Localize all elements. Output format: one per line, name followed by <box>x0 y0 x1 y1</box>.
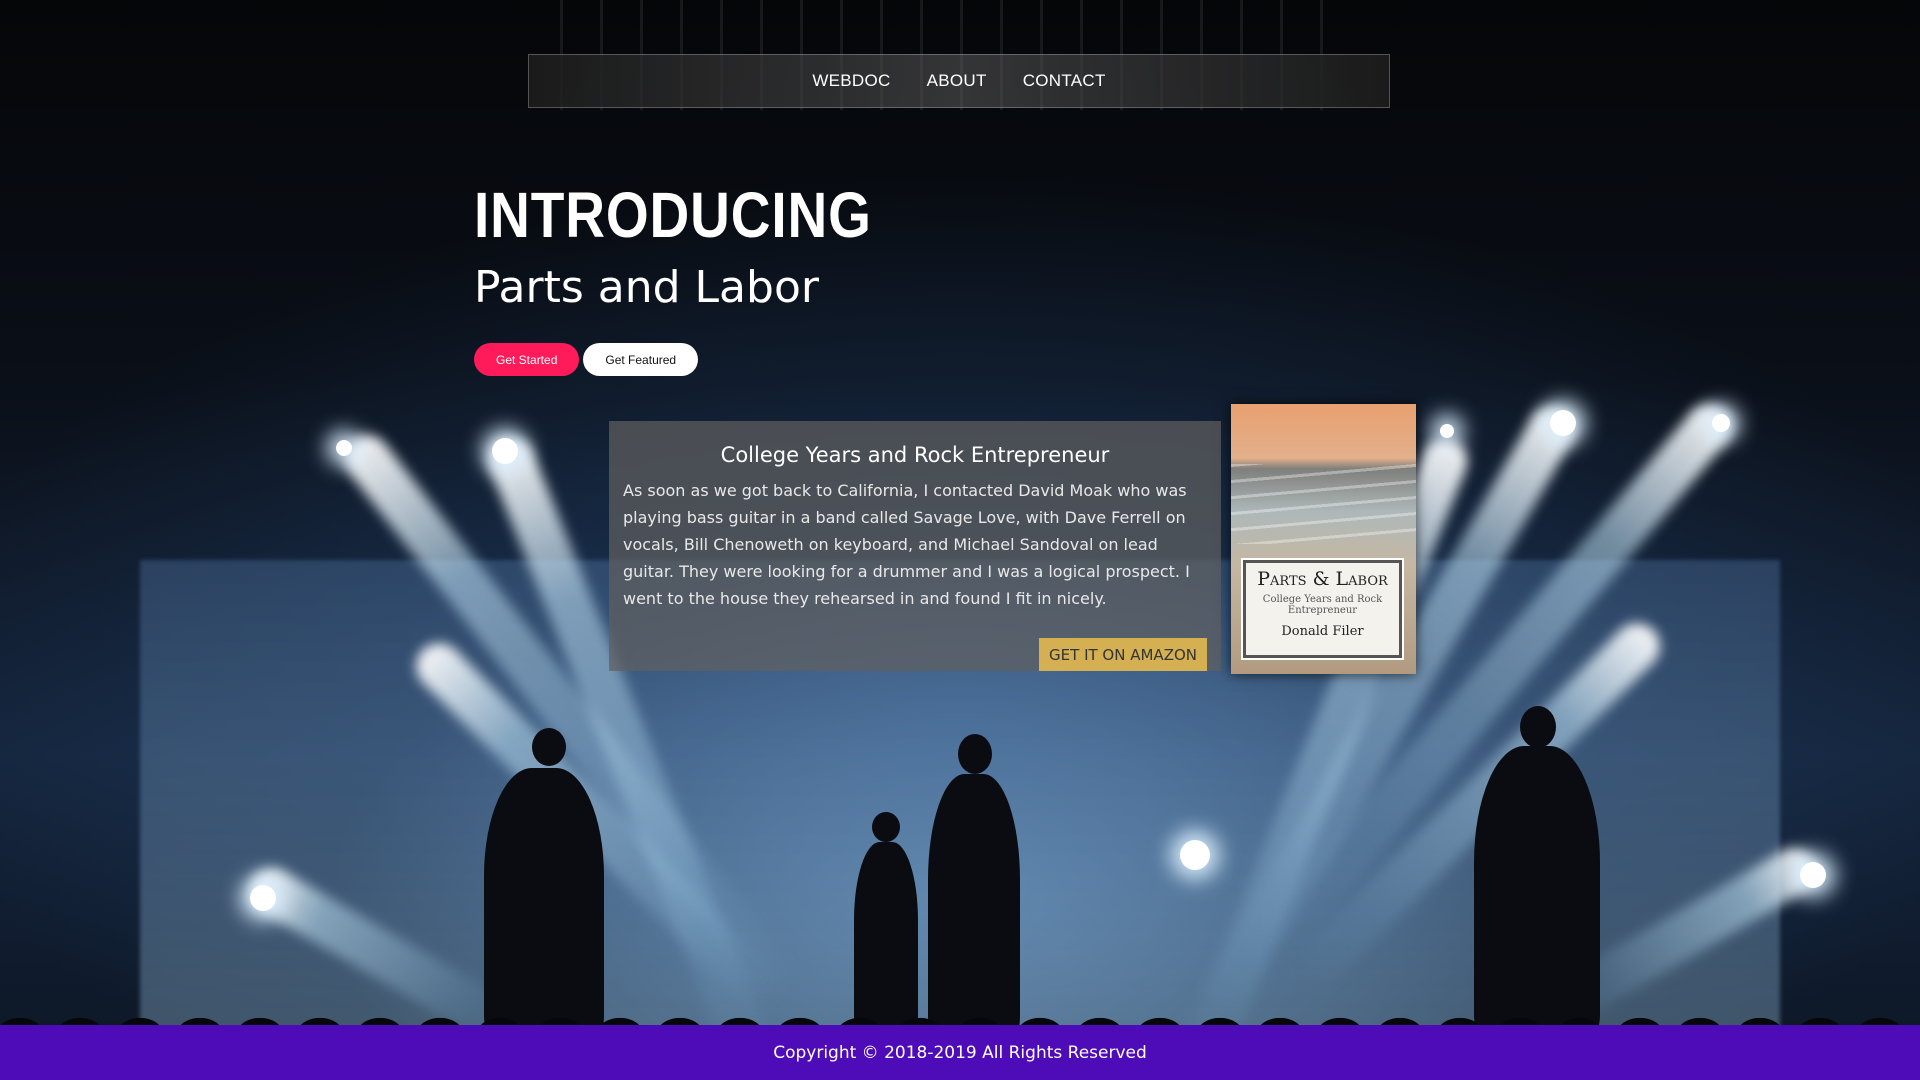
hero-subtitle: Parts and Labor <box>474 262 819 313</box>
top-navigation: WEBDOC ABOUT CONTACT <box>528 54 1390 108</box>
nav-item-contact[interactable]: CONTACT <box>1023 71 1106 91</box>
stage-lamp <box>492 438 518 464</box>
nav-item-about[interactable]: ABOUT <box>927 71 987 91</box>
book-cover-label: Parts & Labor College Years and Rock Ent… <box>1241 558 1404 660</box>
book-cover-author: Donald Filer <box>1281 624 1364 639</box>
nav-item-webdoc[interactable]: WEBDOC <box>812 71 890 91</box>
stage-lamp <box>1550 410 1576 436</box>
beach-waves-illustration <box>1231 464 1416 544</box>
stage-lamp <box>1180 840 1210 870</box>
performer-head <box>1520 706 1556 748</box>
get-featured-button[interactable]: Get Featured <box>583 343 699 376</box>
card-heading: College Years and Rock Entrepreneur <box>720 443 1110 467</box>
book-description-card: College Years and Rock Entrepreneur As s… <box>609 421 1221 671</box>
page-footer: Copyright © 2018-2019 All Rights Reserve… <box>0 1025 1920 1080</box>
get-started-button[interactable]: Get Started <box>474 343 580 376</box>
performer-head <box>872 812 900 842</box>
performer-head <box>532 728 566 766</box>
hero-button-group: Get Started Get Featured <box>474 343 699 376</box>
get-it-on-amazon-button[interactable]: GET IT ON AMAZON <box>1039 638 1207 671</box>
stage-lamp <box>1712 414 1730 432</box>
hero-title: INTRODUCING <box>474 179 872 251</box>
stage-lamp <box>250 885 276 911</box>
stage-lamp <box>1440 424 1454 438</box>
concert-background: WEBDOC ABOUT CONTACT INTRODUCING Parts a… <box>0 0 1920 1080</box>
copyright-text: Copyright © 2018-2019 All Rights Reserve… <box>773 1042 1147 1063</box>
stage-lamp <box>1800 862 1826 888</box>
book-cover-title: Parts & Labor <box>1257 568 1388 590</box>
book-cover-subtitle: College Years and Rock Entrepreneur <box>1262 594 1383 616</box>
card-body-text: As soon as we got back to California, I … <box>623 481 1190 608</box>
performer-head <box>958 734 992 774</box>
stage-lamp <box>336 440 352 456</box>
book-cover-image: Parts & Labor College Years and Rock Ent… <box>1231 404 1416 674</box>
